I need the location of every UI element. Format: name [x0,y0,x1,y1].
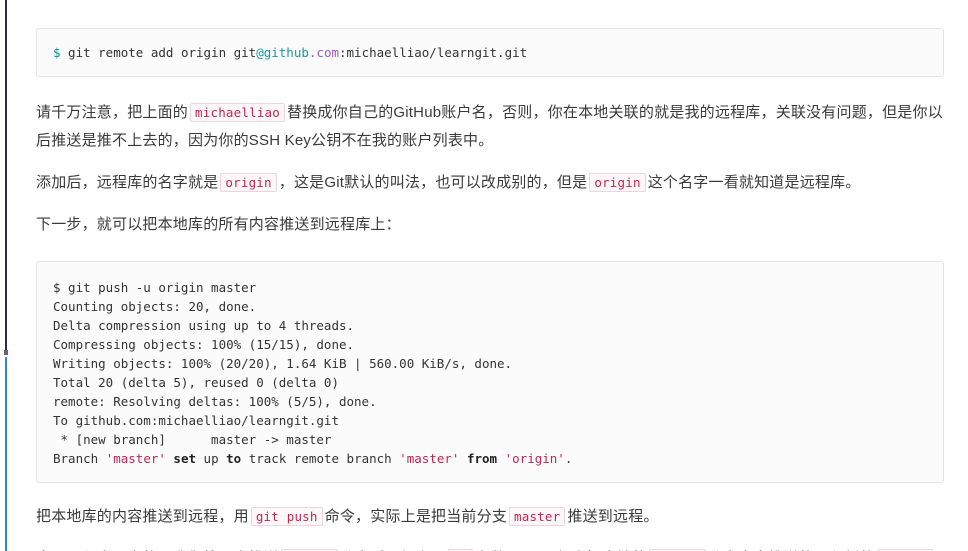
paragraph-origin-naming: 添加后，远程库的名字就是 origin ，这是Git默认的叫法，也可以改成别的，但是… [36,169,944,197]
push-output-line-4: Writing objects: 100% (20/20), 1.64 KiB … [53,356,513,371]
push-output-line-3: Compressing objects: 100% (15/15), done. [53,337,355,352]
para2-text-1: 添加后，远程库的名字就是 [36,174,219,191]
push-output-line-5: Total 20 (delta 5), reused 0 (delta 0) [53,375,339,390]
push-output-line-2: Delta compression using up to 4 threads. [53,318,355,333]
branch-line-seg-5: . [564,451,573,466]
domain-tld-token: .com [308,45,339,60]
inline-code-origin-2: origin [589,173,646,192]
para1-text-1: 请千万注意，把上面的 [36,104,189,121]
code-block-git-push-output: $ git push -u origin master Counting obj… [36,261,944,483]
remote-add-command-text: git remote add origin git [60,45,257,60]
branch-line-string-origin: 'origin' [504,451,565,466]
paragraph-next-step: 下一步，就可以把本地库的所有内容推送到远程库上： [36,216,401,233]
branch-line-keyword-from: from [459,451,498,466]
document-page: 现在，我们根据GitHub的提示，在本地的 learngit 仓库下运行命令： … [0,0,968,551]
inline-code-michaelliao: michaelliao [190,103,285,122]
para4-text-1: 把本地库的内容推送到远程，用 [36,508,249,525]
inline-code-origin-1: origin [220,173,277,192]
shell-prompt-symbol: $ [53,45,61,60]
branch-line-seg-1: Branch [53,451,106,466]
push-output-line-6: remote: Resolving deltas: 100% (5/5), do… [53,394,377,409]
para4-text-2: 命令，实际上是把当前分支 [324,508,508,525]
repo-path-token: :michaelliao/learngit.git [339,45,528,60]
left-rail-dark-segment [5,0,7,355]
push-output-line-7: To github.com:michaelliao/learngit.git [53,413,339,428]
push-output-branch-tracking-line: Branch 'master' set up to track remote b… [53,451,572,466]
code-block-git-remote-add: $ git remote add origin git@github.com:m… [36,28,944,77]
branch-line-string-master-2: 'master' [399,451,460,466]
push-output-line-8: * [new branch] master -> master [53,432,332,447]
branch-line-seg-4 [497,451,505,466]
email-at-domain-token: @github [256,45,309,60]
para4-text-3: 推送到远程。 [567,508,659,525]
para2-text-3: 这个名字一看就知道是远程库。 [647,174,861,191]
inline-code-git-push: git push [250,507,323,526]
inline-code-master-p4: master [509,507,566,526]
para2-text-2: ，这是Git默认的叫法，也可以改成别的，但是 [278,174,588,191]
push-output-line-1: Counting objects: 20, done. [53,299,257,314]
paragraph-upstream-flag-explanation: 由于远程库是空的，我们第一次推送master分支时，加上了-u参数，Git不但会… [36,545,944,551]
branch-line-seg-3: track remote branch [241,451,400,466]
left-rail-blue-segment [5,357,7,551]
left-rail-marker [4,350,8,355]
branch-line-keyword-set: set [165,451,197,466]
branch-line-string-master-1: 'master' [105,451,166,466]
branch-line-seg-2: up [196,451,227,466]
push-output-line-0: $ git push -u origin master [53,280,257,295]
document-content: 现在，我们根据GitHub的提示，在本地的 learngit 仓库下运行命令： … [22,0,968,551]
branch-line-keyword-to: to [226,451,242,466]
paragraph-account-warning: 请千万注意，把上面的 michaelliao 替换成你自己的GitHub账户名，否则… [36,99,944,155]
paragraph-push-explanation: 把本地库的内容推送到远程，用 git push 命令，实际上是把当前分支 master… [36,503,944,531]
